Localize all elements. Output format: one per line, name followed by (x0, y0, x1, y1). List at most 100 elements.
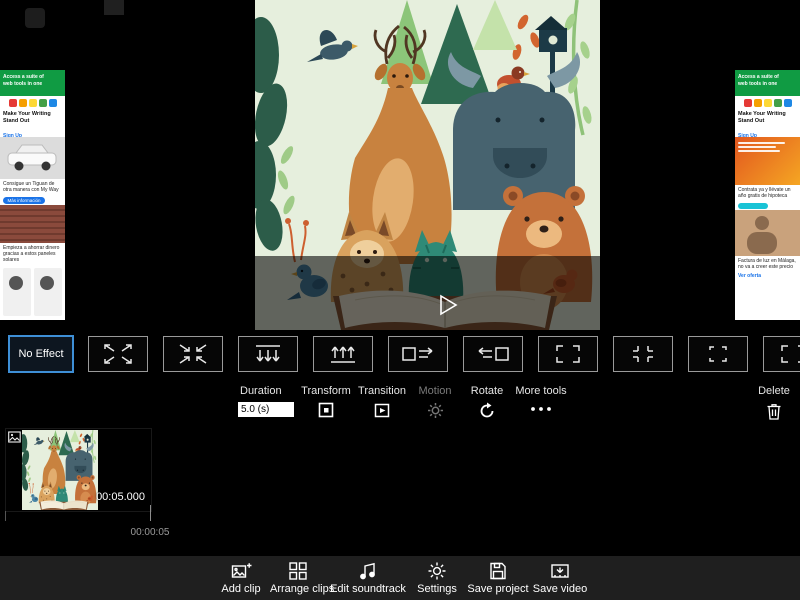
effect-thumb-3[interactable] (238, 336, 298, 372)
app-icon-red (743, 98, 752, 107)
app-icon-yellow (763, 98, 772, 107)
settings-button[interactable]: Settings (410, 561, 464, 595)
ad-product-photo (34, 268, 62, 317)
effect-thumb-6[interactable] (463, 336, 523, 372)
ad-roof-image[interactable] (0, 204, 65, 243)
ad-car-text: Consigue un Tiguan de otra manera con My… (3, 181, 59, 194)
save-project-label: Save project (467, 583, 529, 595)
motion-button: Motion (410, 385, 460, 419)
app-icon-red (8, 98, 17, 107)
ad-banner-line2: web tools in one (738, 80, 778, 87)
rotate-icon (480, 402, 494, 418)
ad-mortgage-text: Contrata ya y llévate un año gratis de h… (738, 187, 791, 200)
trash-icon (767, 404, 781, 420)
window-icon (25, 8, 45, 28)
ruler-time-label: 00:00:05 (130, 527, 170, 538)
add-clip-icon (231, 563, 251, 578)
settings-label: Settings (417, 583, 457, 595)
playhead-tick[interactable] (150, 505, 151, 521)
save-video-button[interactable]: Save video (532, 561, 588, 595)
save-project-button[interactable]: Save project (466, 561, 530, 595)
ad-bills-cta[interactable]: Ver oferta (735, 272, 800, 280)
timeline-clip[interactable]: 00:05.000 (5, 428, 152, 512)
ad-person-image[interactable] (735, 209, 800, 256)
gear-icon (428, 562, 446, 580)
effect-thumb-2[interactable] (163, 336, 223, 372)
effect-thumb-7[interactable] (538, 336, 598, 372)
ad-writing-block[interactable]: Make Your Writing Stand Out Sign Up (0, 109, 65, 139)
transform-label: Transform (301, 385, 351, 397)
app-icon-blue (48, 98, 57, 107)
effect-thumb-5[interactable] (388, 336, 448, 372)
edit-soundtrack-button[interactable]: Edit soundtrack (330, 561, 406, 595)
music-note-icon (360, 562, 375, 580)
ad-writing-title: Make Your Writing Stand Out (738, 111, 786, 124)
no-effect-button[interactable]: No Effect (8, 335, 74, 373)
bottom-toolbar: Add clip Arrange clips Edit soundtrack S… (0, 556, 800, 600)
rotate-button[interactable]: Rotate (462, 385, 512, 420)
pan-down-arrows-icon (256, 345, 280, 362)
save-video-label: Save video (532, 583, 588, 595)
effect-thumb-8[interactable] (613, 336, 673, 372)
corner-brackets-icon (709, 346, 727, 362)
clip-duration-label: 00:05.000 (96, 491, 145, 503)
app-icon-yellow (28, 98, 37, 107)
ad-car-cta[interactable]: Más información (3, 196, 45, 204)
ruler-tick (5, 511, 6, 521)
transition-icon (374, 403, 389, 418)
image-badge-icon (8, 431, 21, 443)
corners-out-brackets-icon (556, 345, 580, 363)
ad-car-image[interactable] (0, 137, 65, 179)
more-tools-label: More tools (515, 385, 567, 397)
effect-thumb-10[interactable] (763, 336, 800, 372)
ad-mortgage-cta[interactable] (738, 202, 768, 209)
delete-button[interactable]: Delete (748, 385, 800, 421)
pan-right-box-icon (402, 347, 433, 361)
transform-button[interactable]: Transform (297, 385, 355, 419)
transform-icon (318, 402, 333, 418)
play-button[interactable] (439, 294, 459, 316)
ad-writing-block[interactable]: Make Your Writing Stand Out Sign Up (735, 109, 800, 139)
motion-label: Motion (418, 385, 452, 397)
duration-input[interactable] (238, 402, 294, 417)
ad-column-left[interactable]: Access a suite of web tools in one Make … (0, 70, 65, 320)
transition-button[interactable]: Transition (352, 385, 412, 419)
zoom-in-arrows-icon (104, 344, 132, 364)
app-icon-orange (18, 98, 27, 107)
export-video-icon (551, 564, 569, 578)
arrange-clips-icon (289, 562, 307, 580)
app-icon-orange (753, 98, 762, 107)
add-clip-button[interactable]: Add clip (210, 561, 272, 595)
app-icon-green (38, 98, 47, 107)
ad-product-images[interactable] (0, 265, 65, 320)
ad-column-right[interactable]: Access a suite of web tools in one Make … (735, 70, 800, 320)
ad-banner-green[interactable]: Access a suite of web tools in one (735, 70, 800, 96)
ad-mortgage-image[interactable] (735, 137, 800, 185)
floppy-icon (490, 562, 506, 580)
pan-up-arrows-icon (331, 346, 355, 363)
ad-banner-green[interactable]: Access a suite of web tools in one (0, 70, 65, 96)
duration-label: Duration (240, 385, 282, 397)
more-tools-button[interactable]: More tools (510, 385, 572, 416)
ad-app-icons (0, 96, 65, 109)
add-clip-label: Add clip (221, 583, 261, 595)
timeline: 00:05.000 00:00:05 (0, 425, 800, 556)
effect-thumb-9[interactable] (688, 336, 748, 372)
effect-thumb-4[interactable] (313, 336, 373, 372)
ad-bills-text: Factura de luz en Málaga, no va a creer … (738, 257, 796, 270)
ad-app-icons (735, 96, 800, 109)
ad-product-photo (3, 268, 31, 317)
corner-brackets-icon (781, 345, 800, 363)
motion-gear-icon (427, 403, 443, 418)
transition-label: Transition (358, 385, 406, 397)
edit-soundtrack-label: Edit soundtrack (330, 583, 406, 595)
ellipsis-icon (531, 407, 551, 411)
preview-dark-overlay (255, 256, 600, 330)
app-icon-green (773, 98, 782, 107)
app-icon-blue (783, 98, 792, 107)
zoom-out-arrows-icon (179, 344, 207, 364)
clip-thumbnail (22, 430, 98, 510)
effect-thumb-1[interactable] (88, 336, 148, 372)
arrange-clips-button[interactable]: Arrange clips (270, 561, 334, 595)
rotate-label: Rotate (470, 385, 504, 397)
